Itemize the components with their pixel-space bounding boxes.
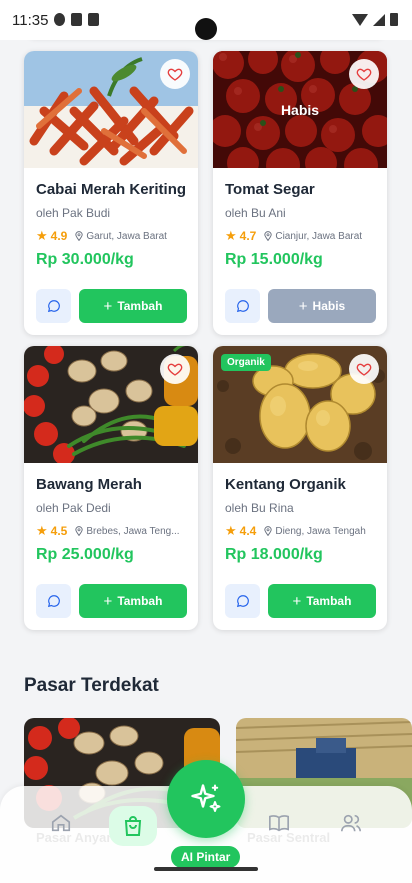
status-bar: 11:35 (0, 0, 412, 40)
wifi-icon (352, 13, 368, 26)
shopping-bag-icon (124, 816, 142, 836)
product-seller: oleh Pak Dedi (36, 501, 111, 515)
product-seller: oleh Bu Ani (225, 206, 286, 220)
chat-button[interactable] (36, 289, 71, 323)
product-price: Rp 15.000/kg (225, 251, 323, 268)
product-name: Bawang Merah (36, 476, 142, 493)
system-icons (352, 13, 398, 26)
nav-guide[interactable] (268, 812, 290, 834)
battery-icon (390, 13, 398, 26)
product-rating: 4.7 (239, 229, 257, 243)
product-card[interactable]: Organik Kentang Organik oleh Bu Rina ★ 4… (213, 346, 387, 630)
product-meta: ★ 4.7 Cianjur, Jawa Barat (225, 228, 381, 244)
plus-icon: + (103, 297, 113, 315)
notification-icons (54, 13, 99, 26)
heart-icon (356, 363, 372, 376)
nav-community[interactable] (340, 812, 362, 834)
favorite-button[interactable] (160, 354, 190, 384)
shield-icon (71, 13, 82, 26)
settings-icon (54, 13, 65, 26)
product-price: Rp 18.000/kg (225, 546, 323, 563)
product-image: Habis (213, 51, 387, 168)
product-location: Cianjur, Jawa Barat (275, 230, 363, 242)
location-pin-icon (75, 526, 84, 536)
add-to-cart-button[interactable]: + Tambah (79, 289, 187, 323)
product-card[interactable]: Habis Tomat Segar oleh Bu Ani ★ 4.7 Cian… (213, 51, 387, 335)
nav-label-market: Pasar Anyar (36, 830, 112, 845)
sd-card-icon (88, 13, 99, 26)
add-button-label: Habis (312, 299, 346, 313)
users-icon (341, 814, 361, 832)
section-title: Pasar Terdekat (24, 675, 159, 696)
favorite-button[interactable] (349, 354, 379, 384)
product-meta: ★ 4.5 Brebes, Jawa Teng... (36, 523, 192, 539)
product-rating: 4.9 (50, 229, 68, 243)
plus-icon: + (298, 297, 308, 315)
chat-button[interactable] (36, 584, 71, 618)
product-name: Cabai Merah Keriting (36, 181, 187, 198)
product-location: Brebes, Jawa Teng... (86, 525, 180, 537)
product-meta: ★ 4.4 Dieng, Jawa Tengah (225, 523, 381, 539)
status-time: 11:35 (12, 12, 49, 29)
organic-badge: Organik (221, 354, 271, 371)
add-to-cart-button[interactable]: + Tambah (268, 584, 376, 618)
product-seller: oleh Bu Rina (225, 501, 294, 515)
product-name: Tomat Segar (225, 181, 315, 198)
chat-icon (47, 595, 60, 608)
chat-button[interactable] (225, 289, 260, 323)
heart-icon (356, 68, 372, 81)
add-button-label: Tambah (117, 594, 163, 608)
signal-icon (373, 13, 385, 26)
sparkle-icon (191, 784, 221, 812)
location-pin-icon (264, 231, 273, 241)
star-icon: ★ (225, 523, 237, 538)
star-icon: ★ (225, 228, 237, 243)
product-image (24, 51, 198, 168)
product-image (24, 346, 198, 463)
chat-button[interactable] (225, 584, 260, 618)
product-price: Rp 25.000/kg (36, 546, 134, 563)
sold-out-button[interactable]: + Habis (268, 289, 376, 323)
product-card[interactable]: Cabai Merah Keriting oleh Pak Budi ★ 4.9… (24, 51, 198, 335)
product-rating: 4.4 (239, 524, 257, 538)
heart-icon (167, 68, 183, 81)
product-location: Dieng, Jawa Tengah (275, 525, 366, 537)
book-icon (269, 815, 289, 832)
chat-icon (47, 300, 60, 313)
nav-cart[interactable] (109, 806, 157, 846)
plus-icon: + (103, 592, 113, 610)
chat-icon (236, 300, 249, 313)
add-to-cart-button[interactable]: + Tambah (79, 584, 187, 618)
location-pin-icon (75, 231, 84, 241)
favorite-button[interactable] (160, 59, 190, 89)
product-location: Garut, Jawa Barat (86, 230, 167, 242)
location-pin-icon (264, 526, 273, 536)
star-icon: ★ (36, 523, 48, 538)
favorite-button[interactable] (349, 59, 379, 89)
ai-assistant-button[interactable] (167, 760, 245, 838)
product-card[interactable]: Bawang Merah oleh Pak Dedi ★ 4.5 Brebes,… (24, 346, 198, 630)
star-icon: ★ (36, 228, 48, 243)
ai-assistant-label: AI Pintar (171, 846, 241, 868)
plus-icon: + (292, 592, 302, 610)
chat-icon (236, 595, 249, 608)
product-seller: oleh Pak Budi (36, 206, 111, 220)
screen: Cabai Merah Keriting oleh Pak Budi ★ 4.9… (0, 0, 412, 883)
add-button-label: Tambah (306, 594, 352, 608)
camera-cutout (195, 18, 217, 40)
product-image: Organik (213, 346, 387, 463)
product-meta: ★ 4.9 Garut, Jawa Barat (36, 228, 192, 244)
heart-icon (167, 363, 183, 376)
home-indicator (154, 867, 258, 871)
product-price: Rp 30.000/kg (36, 251, 134, 268)
product-rating: 4.5 (50, 524, 68, 538)
product-name: Kentang Organik (225, 476, 346, 493)
add-button-label: Tambah (117, 299, 163, 313)
